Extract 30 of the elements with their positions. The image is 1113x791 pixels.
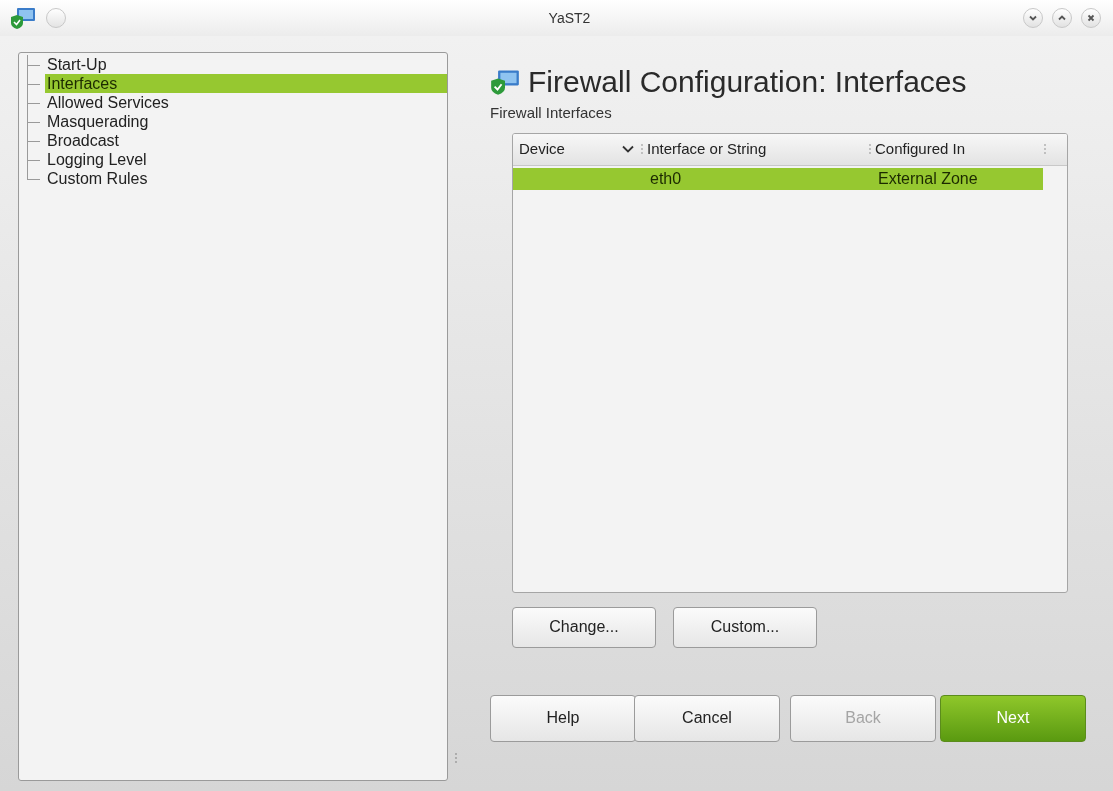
column-header[interactable]: Configured In bbox=[875, 137, 1041, 161]
tree-item[interactable]: Start-Up bbox=[45, 55, 447, 74]
tree-item[interactable]: Interfaces bbox=[45, 74, 447, 93]
tree-item[interactable]: Allowed Services bbox=[45, 93, 447, 112]
table-row[interactable]: eth0 External Zone bbox=[513, 167, 1043, 190]
dialog-button[interactable]: Help bbox=[490, 694, 636, 742]
page-title: Firewall Configuration: Interfaces bbox=[528, 64, 967, 100]
firewall-app-icon[interactable] bbox=[10, 7, 36, 29]
column-header[interactable]: Interface or String bbox=[647, 137, 866, 161]
tree-item[interactable]: Custom Rules bbox=[45, 169, 447, 188]
maximize-button[interactable] bbox=[1052, 8, 1072, 28]
tree-item[interactable]: Logging Level bbox=[45, 150, 447, 169]
window-title: YaST2 bbox=[548, 8, 591, 28]
tree-item[interactable]: Broadcast bbox=[45, 131, 447, 150]
chevron-up-icon bbox=[1057, 13, 1067, 23]
column-header[interactable]: Device bbox=[519, 137, 622, 161]
splitter-handle-icon[interactable] bbox=[455, 753, 457, 763]
dialog-button[interactable]: Cancel bbox=[634, 694, 780, 742]
tree-item[interactable]: Masquerading bbox=[45, 112, 447, 131]
dialog-button[interactable]: Custom... bbox=[673, 606, 817, 648]
table-cell: External Zone bbox=[878, 169, 978, 187]
dialog-button[interactable]: Change... bbox=[512, 606, 656, 648]
firewall-shield-icon bbox=[490, 68, 520, 96]
menu-dot-button[interactable] bbox=[46, 8, 66, 28]
table-cell: eth0 bbox=[650, 169, 682, 187]
section-label: Firewall Interfaces bbox=[490, 103, 613, 123]
chevron-down-icon bbox=[1028, 13, 1038, 23]
minimize-button[interactable] bbox=[1023, 8, 1043, 28]
close-button[interactable] bbox=[1081, 8, 1101, 28]
close-icon bbox=[1086, 13, 1096, 23]
